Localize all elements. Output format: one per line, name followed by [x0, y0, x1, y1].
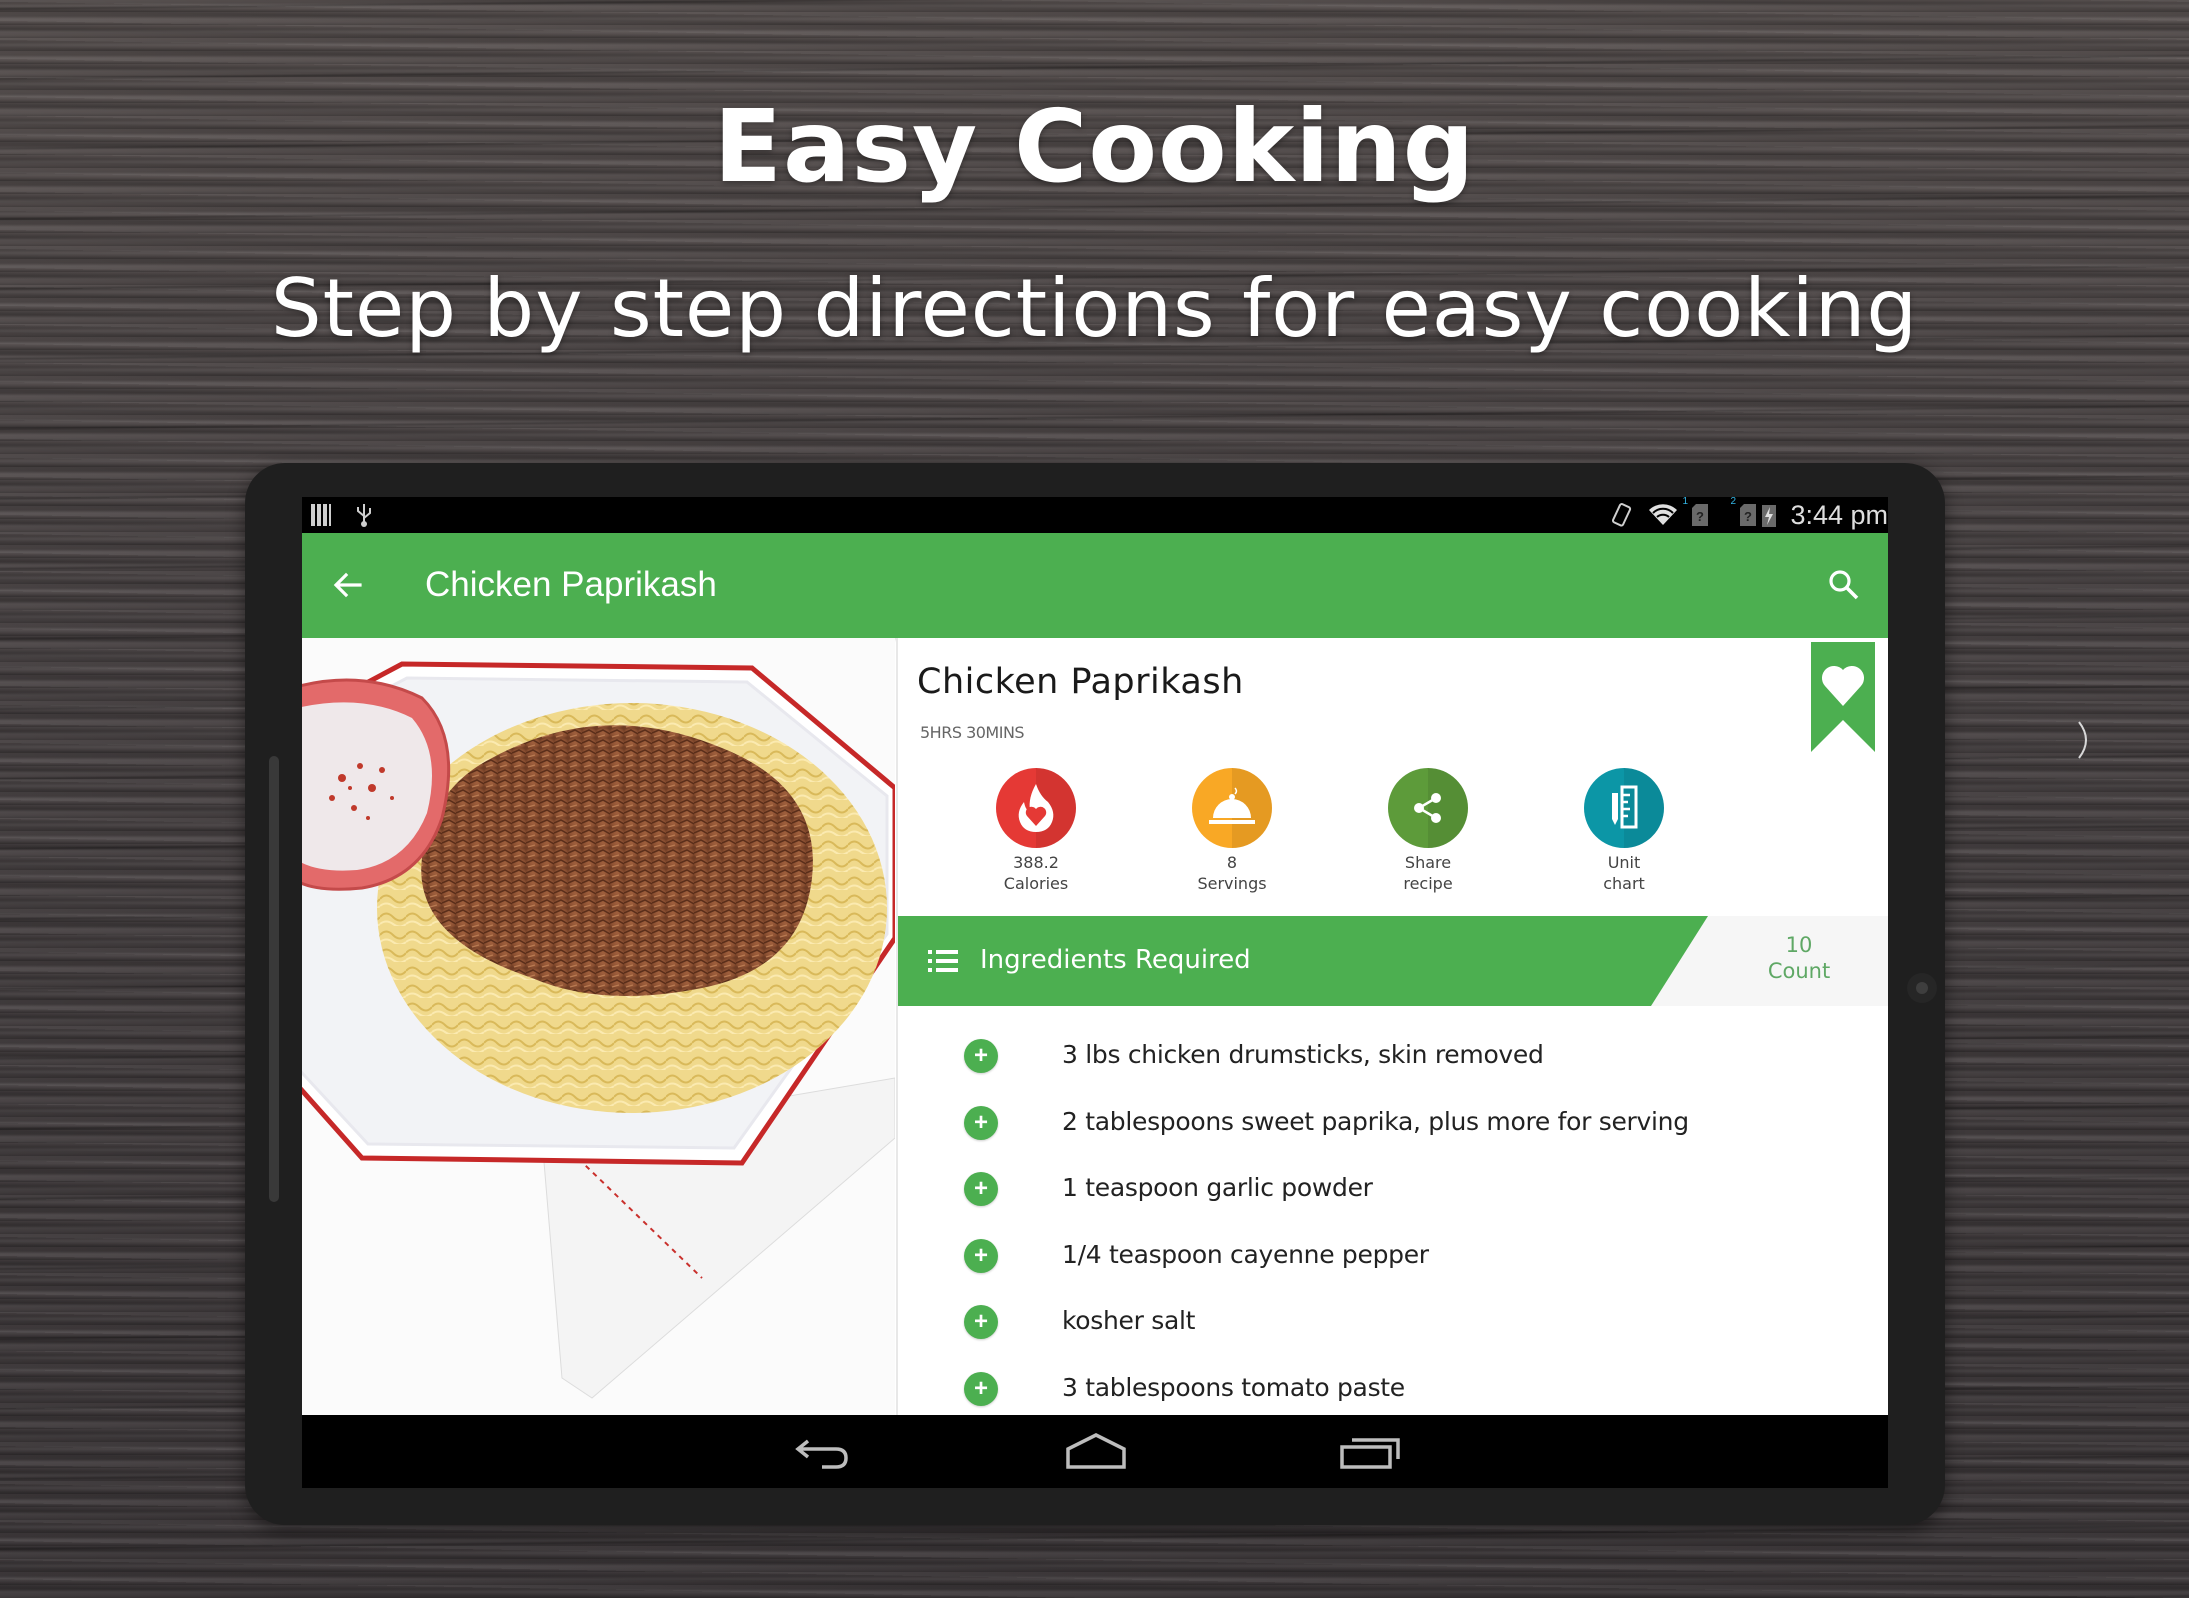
ingredient-item: + 1 teaspoon garlic powder: [898, 1139, 1888, 1207]
ingredients-header-label: Ingredients Required: [980, 945, 1251, 975]
ingredients-list: + 3 lbs chicken drumsticks, skin removed…: [898, 1006, 1888, 1406]
servings-value: 8: [1226, 853, 1238, 872]
ingredient-item: + kosher salt: [898, 1272, 1888, 1340]
tablet-speaker: [269, 756, 279, 1202]
nav-back-icon: [795, 1439, 848, 1469]
ingredient-item: + 3 lbs chicken drumsticks, skin removed: [898, 1006, 1888, 1073]
back-button[interactable]: [330, 567, 366, 603]
decorative-arc-icon: [2078, 721, 2087, 759]
calories-label: Calories: [1003, 874, 1069, 893]
nav-recents-icon: [1340, 1438, 1400, 1469]
wifi-icon: [1649, 504, 1678, 525]
tablet-camera: [1907, 973, 1937, 1003]
search-icon: [1829, 570, 1859, 600]
ingredients-count: 10 Count: [1708, 932, 1888, 984]
recipe-title: Chicken Paprikash: [917, 662, 1244, 702]
ingredient-text: 2 tablespoons sweet paprika, plus more f…: [1062, 1106, 1689, 1136]
calories-button[interactable]: 388.2 Calories: [938, 768, 1134, 894]
ingredient-item: + 3 tablespoons tomato paste: [898, 1339, 1888, 1406]
unit-chart-label-line1: Unit: [1607, 853, 1641, 872]
unit-chart-button[interactable]: Unit chart: [1526, 768, 1722, 894]
app-bar: Chicken Paprikash: [302, 533, 1888, 638]
recipe-detail-pane: Chicken Paprikash 5HRS 30MINS 388.2 Calo…: [896, 638, 1888, 1415]
recipe-time: 5HRS 30MINS: [920, 723, 1025, 742]
calories-badge: [996, 768, 1076, 848]
servings-button[interactable]: 8 Servings: [1134, 768, 1330, 894]
tablet-screen: 1 ? 2 ? 3:44 pm Chicken Paprikash Chicke…: [302, 497, 1888, 1488]
share-label-line1: Share: [1404, 853, 1452, 872]
screen-rotation-icon: [1612, 503, 1632, 527]
arrow-left-icon: [333, 572, 362, 598]
add-ingredient-button[interactable]: +: [964, 1105, 998, 1140]
serving-cloche-icon: [1209, 787, 1255, 824]
share-recipe-button[interactable]: Share recipe: [1330, 768, 1526, 894]
ingredient-text: 1/4 teaspoon cayenne pepper: [1062, 1239, 1429, 1269]
nav-home-icon: [1066, 1433, 1126, 1469]
promo-subtitle: Step by step directions for easy cooking: [270, 262, 1919, 355]
status-bar: 1 ? 2 ? 3:44 pm: [302, 497, 1888, 533]
unit-chart-label-line2: chart: [1603, 874, 1645, 893]
add-ingredient-button[interactable]: +: [964, 1371, 998, 1406]
svg-text:?: ?: [1744, 509, 1752, 524]
app-bar-title: Chicken Paprikash: [425, 565, 717, 604]
add-ingredient-button[interactable]: +: [964, 1172, 998, 1207]
calories-value: 388.2: [1013, 853, 1059, 872]
share-badge: [1388, 768, 1468, 848]
search-button[interactable]: [1826, 567, 1862, 603]
unit-chart-icon: [1612, 785, 1638, 829]
ingredients-count-value: 10: [1785, 933, 1813, 957]
calorie-flame-icon: [1018, 784, 1054, 832]
heart-bookmark-icon: [1811, 642, 1875, 752]
status-time: 3:44 pm: [1790, 499, 1888, 530]
sim-card-2-icon: 2 ?: [1730, 497, 1757, 526]
promo-title: Easy Cooking: [713, 88, 1476, 205]
tablet-frame: 1 ? 2 ? 3:44 pm Chicken Paprikash Chicke…: [245, 463, 1945, 1525]
ingredient-item: + 2 tablespoons sweet paprika, plus more…: [898, 1073, 1888, 1140]
recipe-actions: 388.2 Calories 8 Servings Share recipe U…: [938, 768, 1722, 894]
add-ingredient-button[interactable]: +: [964, 1238, 998, 1273]
ingredient-text: 3 lbs chicken drumsticks, skin removed: [1062, 1040, 1544, 1069]
ingredients-count-label: Count: [1767, 959, 1831, 983]
nav-recents-button[interactable]: [1338, 1431, 1402, 1475]
servings-badge: [1192, 768, 1272, 848]
ingredient-text: kosher salt: [1062, 1306, 1196, 1336]
signal-bars-icon: [311, 504, 331, 526]
ingredient-text: 1 teaspoon garlic powder: [1062, 1173, 1373, 1203]
sim-card-1-icon: 1 ?: [1682, 497, 1709, 526]
add-ingredient-button[interactable]: +: [964, 1305, 998, 1340]
servings-label: Servings: [1197, 874, 1267, 893]
share-label-line2: recipe: [1403, 874, 1453, 893]
recipe-photo: [302, 638, 895, 1415]
ingredient-item: + 1/4 teaspoon cayenne pepper: [898, 1206, 1888, 1273]
recipe-image: [302, 638, 895, 1415]
share-icon: [1414, 793, 1441, 823]
system-nav-bar: [302, 1415, 1888, 1488]
ingredient-text: 3 tablespoons tomato paste: [1062, 1372, 1405, 1402]
battery-charging-icon: [1762, 505, 1777, 527]
list-icon: [928, 950, 958, 972]
usb-icon: [357, 504, 371, 527]
favorite-bookmark-button[interactable]: [1811, 642, 1875, 752]
unit-chart-badge: [1584, 768, 1664, 848]
nav-back-button[interactable]: [792, 1431, 856, 1475]
svg-text:?: ?: [1696, 509, 1704, 524]
nav-home-button[interactable]: [1064, 1431, 1128, 1475]
ingredients-header: Ingredients Required 10 Count: [898, 916, 1888, 1006]
add-ingredient-button[interactable]: +: [964, 1039, 998, 1073]
